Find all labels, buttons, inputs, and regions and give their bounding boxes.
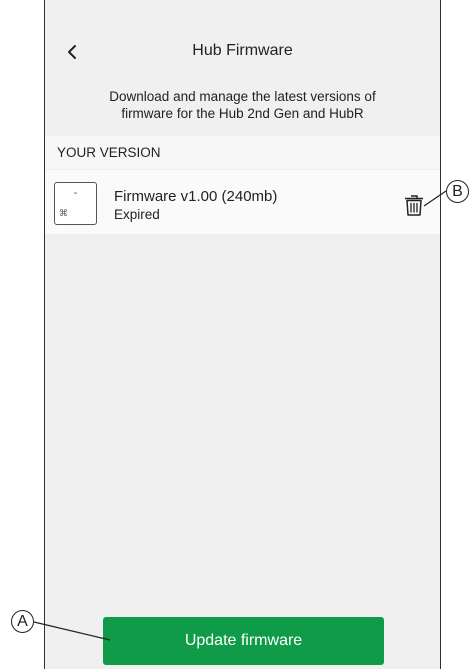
device-thumbnail: - ⌘: [54, 182, 97, 225]
trash-icon: [405, 195, 423, 216]
page-title: Hub Firmware: [192, 42, 293, 59]
phone-screen: Hub Firmware Download and manage the lat…: [44, 0, 441, 669]
qr-code-icon: ⌘: [59, 208, 68, 218]
thumb-dash: -: [73, 187, 78, 199]
update-firmware-button[interactable]: Update firmware: [103, 617, 384, 665]
callout-a: A: [11, 610, 34, 633]
firmware-name: Firmware v1.00 (240mb): [114, 188, 278, 205]
firmware-status: Expired: [114, 207, 160, 222]
page-subtitle: Download and manage the latest versions …: [109, 89, 376, 121]
callout-b: B: [446, 180, 469, 203]
section-header-your-version: YOUR VERSION: [45, 136, 440, 169]
firmware-list-item: - ⌘ Firmware v1.00 (240mb) Expired: [45, 170, 440, 234]
delete-firmware-button[interactable]: [403, 193, 425, 217]
header: Hub Firmware Download and manage the lat…: [45, 0, 440, 135]
